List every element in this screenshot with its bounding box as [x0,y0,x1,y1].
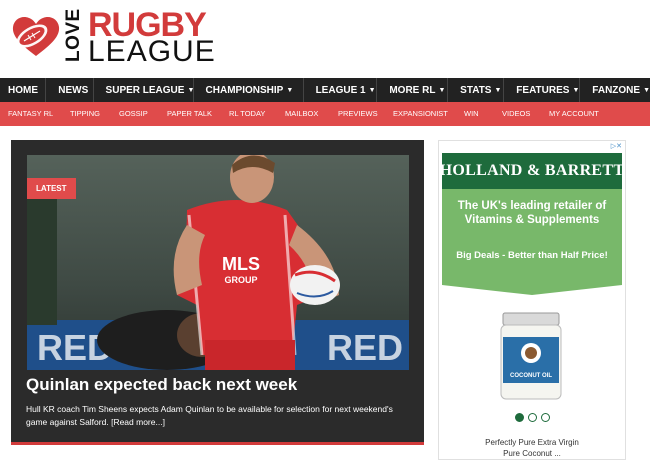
subnav-item-paper-talk[interactable]: PAPER TALK [167,109,212,118]
nav-item-features[interactable]: FEATURES ▼ [504,78,581,102]
carousel-dot-2[interactable] [528,413,537,422]
ad-product-name[interactable]: Perfectly Pure Extra Virgin Pure Coconut … [439,437,625,459]
ad-promo-arrow [442,285,622,295]
product-title: Perfectly Pure Extra Virgin Pure Coconut … [485,438,579,458]
carousel-dot-1[interactable] [515,413,524,422]
ad-offer: Big Deals - Better than Half Price! [456,250,608,261]
coconut-oil-jar-image: COCONUT OIL [500,312,562,400]
sub-nav: FANTASY RL TIPPING GOSSIP PAPER TALK RL … [0,102,650,126]
subnav-item-my-account[interactable]: MY ACCOUNT [549,109,599,118]
sidebar-advertisement[interactable]: ▷✕ HOLLAND & BARRETT The UK's leading re… [438,140,626,460]
subnav-item-fantasy-rl[interactable]: FANTASY RL [8,109,53,118]
nav-label: MORE RL [389,84,436,96]
subnav-item-mailbox[interactable]: MAILBOX [285,109,318,118]
read-more-link[interactable]: [Read more...] [111,417,165,427]
chevron-down-icon: ▼ [494,86,502,94]
ad-tagline: The UK's leading retailer of Vitamins & … [457,200,607,226]
main-nav: HOME NEWS SUPER LEAGUE ▼ CHAMPIONSHIP ▼ LE… [0,78,650,102]
logo-love: LOVE [63,8,84,62]
site-logo[interactable]: LOVE RUGBY LEAGUE [10,6,215,67]
svg-text:GROUP: GROUP [224,275,257,285]
nav-label: SUPER LEAGUE [105,84,185,96]
nav-item-home[interactable]: HOME [0,78,47,102]
subnav-item-expansionist[interactable]: EXPANSIONIST [393,109,448,118]
excerpt-text: Hull KR coach Tim Sheens expects Adam Qu… [26,404,393,427]
rugby-ball-heart-icon [12,17,60,56]
nav-item-more-rl[interactable]: MORE RL ▼ [377,78,449,102]
nav-label: NEWS [58,84,89,96]
chevron-down-icon: ▼ [286,86,294,94]
carousel-dot-3[interactable] [541,413,550,422]
nav-label: HOME [8,84,38,96]
nav-label: FANZONE [592,84,641,96]
logo-league: LEAGUE [88,35,216,68]
player-photo: REDCI RED MLS GROUP [27,155,409,370]
ad-brand: HOLLAND & BARRETT [439,162,625,179]
subnav-item-gossip[interactable]: GOSSIP [119,109,148,118]
article-photo[interactable]: REDCI RED MLS GROUP LATEST [27,155,409,370]
adchoices-icon[interactable]: ▷✕ [611,142,622,150]
nav-item-league-1[interactable]: LEAGUE 1 ▼ [304,78,378,102]
nav-label: FEATURES [516,84,570,96]
subnav-item-videos[interactable]: VIDEOS [502,109,530,118]
svg-text:MLS: MLS [222,254,260,274]
article-excerpt: Hull KR coach Tim Sheens expects Adam Qu… [26,403,416,429]
accent-bar [11,442,424,445]
latest-badge: LATEST [27,178,76,199]
nav-item-championship[interactable]: CHAMPIONSHIP ▼ [194,78,304,102]
nav-item-super-league[interactable]: SUPER LEAGUE ▼ [94,78,194,102]
ad-brand-bar: HOLLAND & BARRETT [439,153,625,189]
carousel-dots [515,413,550,422]
chevron-down-icon: ▼ [438,86,446,94]
jar-label: COCONUT OIL [510,373,552,379]
featured-article: REDCI RED MLS GROUP LATEST Quinlan expec… [11,140,424,445]
svg-text:RED: RED [327,327,403,368]
chevron-down-icon: ▼ [643,86,650,94]
nav-label: CHAMPIONSHIP [205,84,284,96]
subnav-item-rl-today[interactable]: RL TODAY [229,109,265,118]
nav-item-fanzone[interactable]: FANZONE ▼ [580,78,650,102]
chevron-down-icon: ▼ [368,86,376,94]
nav-label: LEAGUE 1 [315,84,366,96]
article-headline[interactable]: Quinlan expected back next week [26,375,297,395]
ad-promo-box: The UK's leading retailer of Vitamins & … [442,189,622,295]
nav-item-stats[interactable]: STATS ▼ [448,78,505,102]
chevron-down-icon: ▼ [572,86,580,94]
subnav-item-previews[interactable]: PREVIEWS [338,109,378,118]
nav-label: STATS [460,84,492,96]
subnav-item-tipping[interactable]: TIPPING [70,109,100,118]
subnav-item-win[interactable]: WIN [464,109,479,118]
nav-item-news[interactable]: NEWS [46,78,94,102]
